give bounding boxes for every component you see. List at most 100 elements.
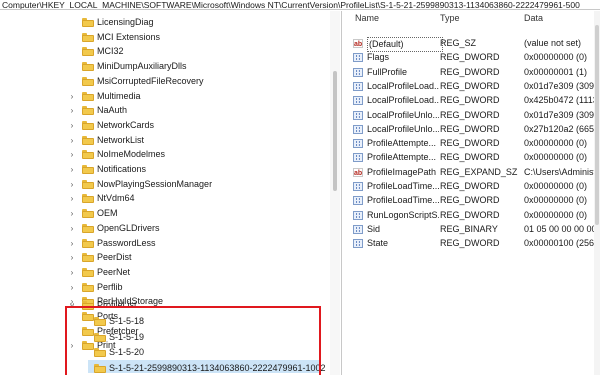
value-data: 01 05 00 00 00 00 00 bbox=[524, 223, 594, 234]
chevron-right-icon[interactable]: › bbox=[68, 118, 76, 133]
tree-item[interactable]: MCI Extensions bbox=[0, 30, 330, 45]
value-type: REG_DWORD bbox=[440, 52, 500, 63]
tree-scrollbar[interactable] bbox=[330, 11, 340, 375]
chevron-right-icon[interactable]: › bbox=[68, 191, 76, 206]
value-data: 0x00000000 (0) bbox=[524, 152, 588, 163]
chevron-right-icon[interactable]: › bbox=[68, 250, 76, 265]
value-row[interactable]: ∷ FullProfile REG_DWORD 0x00000001 (1) bbox=[343, 66, 600, 79]
binary-value-icon: ∷ bbox=[353, 124, 363, 134]
value-name: RunLogonScriptS... bbox=[367, 209, 439, 220]
tree-item[interactable]: › NetworkCards bbox=[0, 118, 330, 133]
folder-icon bbox=[82, 180, 94, 189]
folder-icon bbox=[82, 209, 94, 218]
tree-item[interactable]: › Perflib bbox=[0, 280, 330, 295]
tree-item[interactable]: LicensingDiag bbox=[0, 15, 330, 30]
chevron-right-icon[interactable]: › bbox=[68, 236, 76, 251]
tree-item-label: OpenGLDrivers bbox=[97, 223, 160, 233]
value-row[interactable]: ∷ LocalProfileUnlo... REG_DWORD 0x27b120a2 … bbox=[343, 123, 600, 136]
value-data: 0x00000000 (0) bbox=[524, 138, 588, 149]
chevron-right-icon[interactable]: › bbox=[68, 177, 76, 192]
value-row[interactable]: ∷ LocalProfileLoad... REG_DWORD 0x425b0472 … bbox=[343, 94, 600, 107]
tree-item[interactable]: › NaAuth bbox=[0, 103, 330, 118]
column-header-type[interactable]: Type bbox=[440, 11, 460, 26]
value-name: ProfileAttempte... bbox=[367, 152, 437, 163]
tree-item[interactable]: › NtVdm64 bbox=[0, 191, 330, 206]
binary-value-icon: ∷ bbox=[353, 67, 363, 77]
chevron-right-icon[interactable]: › bbox=[68, 162, 76, 177]
value-row[interactable]: ∷ LocalProfileLoad... REG_DWORD 0x01d7e309 … bbox=[343, 80, 600, 93]
chevron-right-icon[interactable]: › bbox=[68, 103, 76, 118]
binary-value-icon: ∷ bbox=[353, 110, 363, 120]
column-header-data[interactable]: Data bbox=[524, 11, 543, 26]
value-row[interactable]: ab (Default) REG_SZ (value not set) bbox=[343, 37, 600, 52]
value-data: 0x01d7e309 (30925 bbox=[524, 80, 594, 91]
tree-item[interactable]: › OpenGLDrivers bbox=[0, 221, 330, 236]
values-scrollbar-thumb[interactable] bbox=[595, 25, 599, 225]
tree-item[interactable]: › PeerDist bbox=[0, 250, 330, 265]
value-row[interactable]: ∷ Flags REG_DWORD 0x00000000 (0) bbox=[343, 51, 600, 64]
value-name: ProfileLoadTime... bbox=[367, 181, 439, 191]
value-name: ProfileAttempte... bbox=[367, 138, 437, 149]
value-name: LocalProfileLoad... bbox=[367, 95, 439, 106]
tree-item[interactable]: › Multimedia bbox=[0, 89, 330, 104]
tree-item-label: OEM bbox=[97, 208, 118, 218]
chevron-right-icon[interactable]: › bbox=[68, 265, 76, 280]
tree-item-label: PasswordLess bbox=[97, 238, 156, 248]
value-type: REG_DWORD bbox=[440, 152, 500, 163]
chevron-right-icon[interactable]: › bbox=[68, 280, 76, 295]
value-type: REG_DWORD bbox=[440, 66, 500, 77]
value-row[interactable]: ∷ LocalProfileUnlo... REG_DWORD 0x01d7e309 … bbox=[343, 109, 600, 122]
folder-icon bbox=[82, 253, 94, 262]
tree-item[interactable]: MsiCorruptedFileRecovery bbox=[0, 74, 330, 89]
tree-item[interactable]: › NoImeModelmes bbox=[0, 147, 330, 162]
tree-item[interactable]: › PeerNet bbox=[0, 265, 330, 280]
folder-icon bbox=[82, 268, 94, 277]
chevron-right-icon[interactable]: › bbox=[68, 89, 76, 104]
value-row[interactable]: ∷ RunLogonScriptS... REG_DWORD 0x00000000 (… bbox=[343, 209, 600, 222]
folder-icon bbox=[82, 62, 94, 71]
chevron-right-icon[interactable]: › bbox=[68, 206, 76, 221]
value-row[interactable]: ∷ Sid REG_BINARY 01 05 00 00 00 00 00 bbox=[343, 223, 600, 236]
binary-value-icon: ∷ bbox=[353, 224, 363, 234]
tree-item-label: NowPlayingSessionManager bbox=[97, 179, 213, 189]
tree-item[interactable]: › NetworkList bbox=[0, 133, 330, 148]
value-data: 0x01d7e309 (30925 bbox=[524, 109, 594, 120]
folder-icon bbox=[82, 239, 94, 248]
folder-icon bbox=[82, 47, 94, 56]
values-scrollbar[interactable] bbox=[594, 11, 600, 375]
tree-item[interactable]: MCI32 bbox=[0, 44, 330, 59]
value-type: REG_EXPAND_SZ bbox=[440, 166, 518, 177]
value-row[interactable]: ∷ ProfileLoadTime... REG_DWORD 0x00000000 (… bbox=[343, 194, 600, 207]
value-name: ProfileLoadTime... bbox=[367, 195, 439, 206]
folder-icon bbox=[82, 283, 94, 292]
string-value-icon: ab bbox=[353, 39, 363, 48]
value-type: REG_DWORD bbox=[440, 238, 500, 249]
tree-item-label: PeerDist bbox=[97, 252, 132, 262]
value-name: LocalProfileUnlo... bbox=[367, 109, 439, 120]
tree-item[interactable]: › PasswordLess bbox=[0, 236, 330, 251]
value-name: Sid bbox=[367, 223, 381, 234]
value-row[interactable]: ∷ State REG_DWORD 0x00000100 (256) bbox=[343, 237, 600, 250]
tree-item[interactable]: › OEM bbox=[0, 206, 330, 221]
value-data: 0x00000000 (0) bbox=[524, 181, 588, 191]
value-type: REG_DWORD bbox=[440, 209, 500, 220]
value-row[interactable]: ab ProfileImagePath REG_EXPAND_SZ C:\Users\… bbox=[343, 166, 600, 179]
value-row[interactable]: ∷ ProfileLoadTime... REG_DWORD 0x00000000 (… bbox=[343, 180, 600, 193]
tree-item-label: PeerNet bbox=[97, 267, 131, 277]
value-row[interactable]: ∷ ProfileAttempte... REG_DWORD 0x00000000 (… bbox=[343, 137, 600, 150]
column-header-name[interactable]: Name bbox=[355, 11, 379, 26]
binary-value-icon: ∷ bbox=[353, 96, 363, 106]
value-type: REG_DWORD bbox=[440, 138, 500, 149]
tree-scrollbar-thumb[interactable] bbox=[333, 71, 337, 191]
tree-item[interactable]: › NowPlayingSessionManager bbox=[0, 177, 330, 192]
address-bar[interactable]: Computer\HKEY_LOCAL_MACHINE\SOFTWARE\Mic… bbox=[0, 0, 600, 10]
binary-value-icon: ∷ bbox=[353, 139, 363, 149]
tree-item[interactable]: MiniDumpAuxiliaryDlls bbox=[0, 59, 330, 74]
value-row[interactable]: ∷ ProfileAttempte... REG_DWORD 0x00000000 (… bbox=[343, 151, 600, 164]
value-name: ProfileImagePath bbox=[367, 166, 437, 177]
chevron-right-icon[interactable]: › bbox=[68, 221, 76, 236]
chevron-right-icon[interactable]: › bbox=[68, 147, 76, 162]
tree-item[interactable]: › Notifications bbox=[0, 162, 330, 177]
chevron-right-icon[interactable]: › bbox=[68, 133, 76, 148]
value-data: 0x00000000 (0) bbox=[524, 195, 588, 206]
